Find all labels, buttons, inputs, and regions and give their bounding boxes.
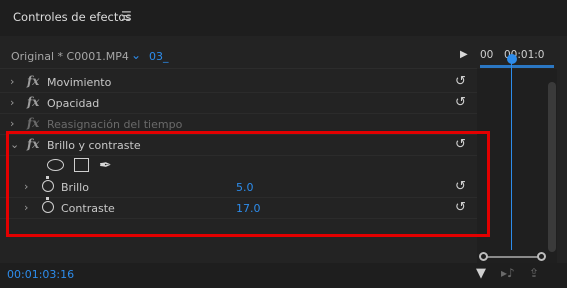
timeline-zoom-track[interactable] [482, 256, 542, 258]
effect-timeline[interactable]: 00 00:01:0 [477, 44, 557, 268]
mask-tools: ✒ [0, 156, 477, 177]
zoom-handle-right[interactable] [537, 252, 546, 261]
fx-icon[interactable]: fx [27, 74, 39, 88]
time-ruler[interactable]: 00 00:01:0 [477, 44, 557, 69]
effect-controls-panel: Controles de efectos ☰ Original * C0001.… [0, 0, 567, 288]
fx-icon[interactable]: fx [27, 95, 39, 109]
reset-icon[interactable]: ↺ [455, 74, 466, 89]
property-label: Brillo [61, 181, 89, 194]
filter-icon[interactable]: ▼ [476, 266, 486, 281]
play-icon[interactable]: ▶ [460, 49, 468, 60]
zoom-handle-left[interactable] [479, 252, 488, 261]
audio-play-icon[interactable]: ▸♪ [501, 266, 515, 280]
expand-chevron-icon[interactable]: › [10, 96, 14, 109]
effect-label: Opacidad [47, 97, 100, 110]
effect-label: Brillo y contraste [47, 139, 141, 152]
panel-title: Controles de efectos [13, 10, 132, 24]
chevron-down-icon[interactable]: ⌄ [131, 48, 141, 62]
panel-footer: 00:01:03:16 ▼ ▸♪ ⇪ [0, 263, 567, 288]
playhead-line [511, 62, 512, 250]
reset-icon[interactable]: ↺ [455, 179, 466, 194]
fx-icon[interactable]: fx [27, 116, 39, 130]
property-row-contraste[interactable]: › Contraste 17.0 ↺ [0, 197, 477, 219]
reset-icon[interactable]: ↺ [455, 137, 466, 152]
ellipse-mask-icon[interactable] [47, 159, 64, 171]
stopwatch-icon[interactable] [42, 176, 54, 192]
panel-header: Controles de efectos ☰ [0, 0, 567, 36]
pen-mask-icon[interactable]: ✒ [99, 156, 112, 174]
vertical-scrollbar[interactable] [548, 82, 556, 252]
reset-icon[interactable]: ↺ [455, 95, 466, 110]
effect-label: Reasignación del tiempo [47, 118, 183, 131]
effect-label: Movimiento [47, 76, 112, 89]
property-row-brillo[interactable]: › Brillo 5.0 ↺ [0, 176, 477, 198]
playhead-handle[interactable] [507, 54, 517, 64]
stopwatch-icon[interactable] [42, 197, 54, 213]
ruler-start-label: 00 [480, 49, 494, 61]
current-timecode[interactable]: 00:01:03:16 [7, 268, 74, 281]
panel-menu-icon[interactable]: ☰ [121, 9, 132, 23]
collapse-chevron-icon[interactable]: ⌄ [10, 138, 19, 151]
rectangle-mask-icon[interactable] [74, 158, 89, 172]
source-clip-label[interactable]: Original * C0001.MP4 [11, 50, 129, 63]
property-value[interactable]: 17.0 [236, 202, 261, 215]
work-area-bar[interactable] [480, 65, 554, 68]
expand-chevron-icon[interactable]: › [24, 180, 28, 193]
export-icon[interactable]: ⇪ [529, 266, 539, 280]
effect-row-reasignacion[interactable]: › fx Reasignación del tiempo [0, 114, 477, 135]
effect-row-movimiento[interactable]: › fx Movimiento ↺ [0, 72, 477, 93]
effect-row-opacidad[interactable]: › fx Opacidad ↺ [0, 93, 477, 114]
expand-chevron-icon[interactable]: › [24, 201, 28, 214]
reset-icon[interactable]: ↺ [455, 200, 466, 215]
fx-icon[interactable]: fx [27, 137, 39, 151]
sequence-label[interactable]: 03_ [149, 50, 169, 63]
effect-row-brillo-contraste[interactable]: ⌄ fx Brillo y contraste ↺ [0, 135, 477, 156]
property-label: Contraste [61, 202, 115, 215]
property-value[interactable]: 5.0 [236, 181, 254, 194]
source-row: Original * C0001.MP4 ⌄ 03_ ▶ [0, 44, 477, 69]
expand-chevron-icon[interactable]: › [10, 75, 14, 88]
expand-chevron-icon[interactable]: › [10, 117, 14, 130]
